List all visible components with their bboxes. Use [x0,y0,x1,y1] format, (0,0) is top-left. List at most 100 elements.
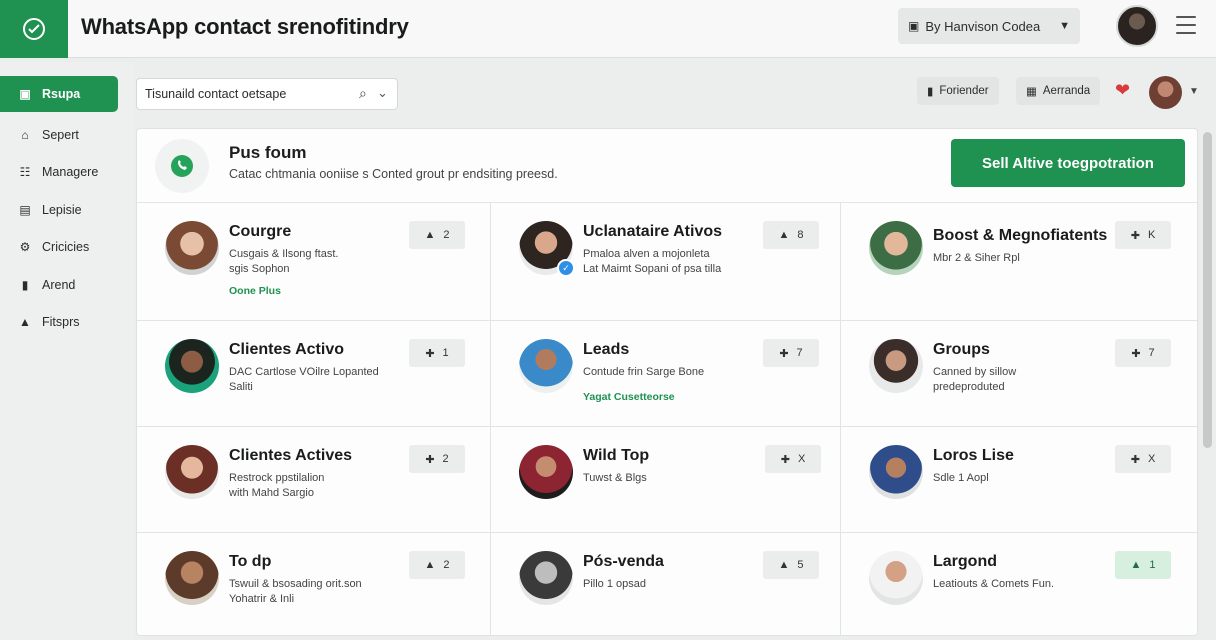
group-card[interactable]: Clientes Actives Restrock ppstilalion wit… [137,427,491,533]
gear-icon: ⚙ [19,240,31,254]
thumb-icon: ▲ [424,559,436,571]
group-card[interactable]: ✓ Uclanataire Ativos Pmaloa alven a mojo… [491,203,841,321]
member-count-badge[interactable]: ✚ X [765,445,821,473]
users-icon: ☷ [19,165,31,179]
sidebar-item-fitsprs[interactable]: ▲ Fitsprs [0,304,118,340]
scrollbar[interactable] [1203,132,1212,448]
member-count-badge[interactable]: ▲ 8 [763,221,819,249]
chevron-down-icon: ▼ [1059,20,1070,32]
avatar [869,551,923,605]
suitcase-icon: ▣ [908,19,920,33]
avatar [519,339,573,393]
plus-icon: ✚ [780,453,790,466]
panel-title: Pus foum [229,143,307,162]
sidebar-item-lepisie[interactable]: ▤ Lepisie [0,192,118,228]
sidebar-item-label: Sepert [42,128,79,142]
group-description: DAC Cartlose VOilre Lopanted Saliti [229,366,379,393]
sidebar: ▣ Rsupa ⌂ Sepert ☷ Managere ▤ Lepisie ⚙ … [0,62,134,640]
account-label: By Hanvison Codea [925,18,1041,34]
flag-icon[interactable]: ❤ [1115,80,1130,101]
account-switcher[interactable]: ▣ By Hanvison Codea ▼ [898,8,1080,44]
group-description: Contude frin Sarge Bone [583,366,705,378]
group-description: Cusgais & Ilsong ftast. sgis Sophon [229,248,339,275]
contact-search-field[interactable]: Tisunaild contact oetsape ⌕ ⌄ [136,78,398,110]
sidebar-item-label: Managere [42,165,99,179]
group-name: Courgre [229,223,292,240]
phone-icon: ▮ [21,278,29,292]
plus-icon: ✚ [779,347,789,360]
member-count-badge[interactable]: ▲ 2 [409,221,465,249]
whatsapp-logo-icon [23,18,45,40]
search-icon[interactable]: ⌕ [359,85,367,102]
briefcase-icon: ▣ [19,87,31,101]
group-tag[interactable]: Oone Plus [229,285,281,297]
panel-header: Pus foum Catac chtmania ooniise s Conted… [137,129,1197,203]
member-count-badge[interactable]: ✚ 2 [409,445,465,473]
group-description: Sdle 1 Aopl [933,472,989,484]
whatsapp-icon [155,139,209,193]
app-logo[interactable] [0,0,68,58]
menu-icon[interactable] [1176,16,1196,34]
grid-icon: ▦ [1026,86,1037,98]
group-card[interactable]: To dp Tswuil & bsosading orit.son Yohatri… [137,533,491,635]
member-count-badge[interactable]: ▲ 5 [763,551,819,579]
sidebar-item-sepert[interactable]: ⌂ Sepert [0,117,118,153]
sidebar-item-rsupa[interactable]: ▣ Rsupa [0,76,118,112]
thumb-icon: ▲ [778,559,790,571]
group-card[interactable]: Groups Canned by sillow predeproduted ✚ 7 [841,321,1197,427]
sidebar-item-arend[interactable]: ▮ Arend [0,267,118,303]
lock-icon: ▲ [19,315,31,329]
plus-icon: ✚ [425,347,435,360]
group-card[interactable]: Wild Top Tuwst & Blgs ✚ X [491,427,841,533]
group-card[interactable]: Largond Leatiouts & Comets Fun. ▲ 1 [841,533,1197,635]
group-card[interactable]: Leads Contude frin Sarge Bone Yagat Cuse… [491,321,841,427]
member-count-badge[interactable]: ▲ 2 [409,551,465,579]
avatar [519,445,573,499]
group-description: Mbr 2 & Siher Rpl [933,252,1020,264]
top-bar: WhatsApp contact srenofitindry ▣ By Hanv… [0,0,1216,58]
group-description: Tuwst & Blgs [583,472,647,484]
avatar [165,551,219,605]
sidebar-item-cricicies[interactable]: ⚙ Cricicies [0,229,118,265]
member-count-badge[interactable]: ✚ 7 [1115,339,1171,367]
group-description: Pillo 1 opsad [583,578,646,590]
user-avatar[interactable] [1116,5,1158,47]
avatar [165,445,219,499]
member-count-badge[interactable]: ✚ 1 [409,339,465,367]
sidebar-item-label: Cricicies [42,240,90,254]
primary-action-button[interactable]: Sell Altive toegpotration [951,139,1185,187]
member-count-badge[interactable]: ✚ K [1115,221,1171,249]
group-card[interactable]: Clientes Activo DAC Cartlose VOilre Lopa… [137,321,491,427]
group-card[interactable]: Loros Lise Sdle 1 Aopl ✚ X [841,427,1197,533]
avatar [869,339,923,393]
foriender-label: Foriender [939,85,989,97]
group-description: Restrock ppstilalion with Mahd Sargio [229,472,325,499]
sidebar-item-label: Lepisie [42,203,82,217]
group-card[interactable]: Courgre Cusgais & Ilsong ftast. sgis Soph… [137,203,491,321]
aerranda-button[interactable]: ▦ Aerranda [1016,77,1101,105]
plus-icon: ✚ [1131,347,1141,360]
app-title: WhatsApp contact srenofitindry [81,14,409,39]
profile-avatar[interactable] [1149,76,1182,109]
member-count-badge[interactable]: ▲ 1 [1115,551,1171,579]
avatar [165,221,219,275]
sidebar-item-label: Arend [42,278,76,292]
member-count-badge[interactable]: ✚ 7 [763,339,819,367]
group-card[interactable]: Pós-venda Pillo 1 opsad ▲ 5 [491,533,841,635]
foriender-button[interactable]: ▮ Foriender [917,77,999,105]
chevron-down-icon[interactable]: ▼ [1189,86,1199,97]
group-name: To dp [229,553,272,570]
group-description: Leatiouts & Comets Fun. [933,578,1055,590]
chevron-down-icon[interactable]: ⌄ [377,85,388,101]
group-tag[interactable]: Yagat Cusetteorse [583,391,675,403]
group-description: Tswuil & bsosading orit.son Yohatrir & In… [229,578,362,605]
group-name: Leads [583,341,630,358]
avatar [869,445,923,499]
avatar [519,551,573,605]
sidebar-item-managere[interactable]: ☷ Managere [0,154,118,190]
group-name: Largond [933,553,997,570]
plus-icon: ✚ [425,453,435,466]
member-count-badge[interactable]: ✚ X [1115,445,1171,473]
sidebar-item-label: Fitsprs [42,315,80,329]
group-card[interactable]: Boost & Megnofiatents Mbr 2 & Siher Rpl … [841,203,1197,321]
